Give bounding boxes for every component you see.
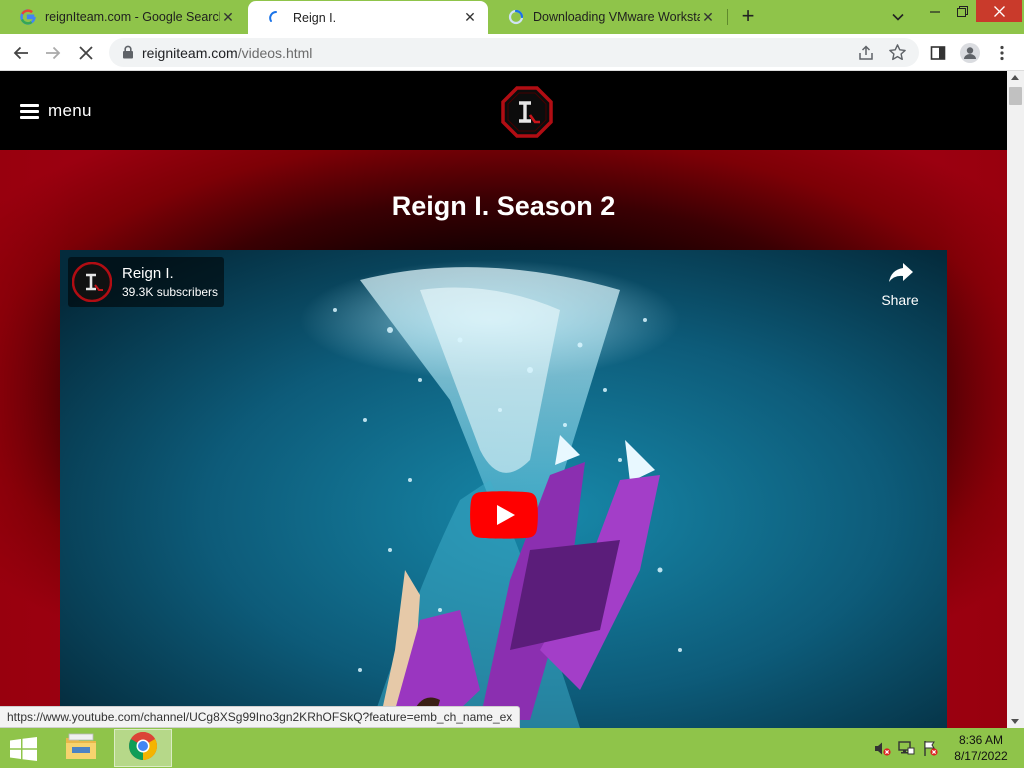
url-host: reigniteam.com xyxy=(142,45,238,61)
action-center-flag-icon[interactable] xyxy=(922,740,939,757)
close-tab-icon[interactable]: ✕ xyxy=(700,9,716,25)
minimize-window-icon[interactable] xyxy=(920,0,950,22)
kebab-menu-icon[interactable] xyxy=(989,40,1015,66)
menu-label[interactable]: menu xyxy=(48,101,92,121)
tab-title: Reign I. xyxy=(293,10,337,25)
video-thumbnail xyxy=(60,250,947,728)
back-arrow-icon[interactable] xyxy=(8,40,34,66)
tab-google-search[interactable]: reignIteam.com - Google Search ✕ xyxy=(0,0,246,34)
scroll-up-arrow-icon[interactable] xyxy=(1011,75,1019,80)
profile-avatar-icon[interactable] xyxy=(957,40,983,66)
close-tab-icon[interactable]: ✕ xyxy=(220,9,236,25)
page-title: Reign I. Season 2 xyxy=(391,191,616,221)
forward-arrow-icon[interactable] xyxy=(40,40,66,66)
share-arrow-icon xyxy=(888,262,914,284)
page-scrollbar[interactable] xyxy=(1007,71,1024,728)
desktop-screen: reignIteam.com - Google Search ✕ Reign I… xyxy=(0,0,1024,768)
youtube-video-embed[interactable]: Reign I. 39.3K subscribers Share xyxy=(60,250,947,728)
channel-avatar[interactable] xyxy=(71,261,113,303)
share-page-icon[interactable] xyxy=(857,44,875,62)
tab-title: Downloading VMware Workstatio xyxy=(533,10,700,24)
tab-separator xyxy=(727,9,728,25)
bookmark-star-icon[interactable] xyxy=(888,43,907,62)
tab-reign-i[interactable]: Reign I. ✕ xyxy=(248,1,488,34)
channel-info[interactable]: Reign I. 39.3K subscribers xyxy=(68,257,224,307)
tab-vmware-download[interactable]: Downloading VMware Workstatio ✕ xyxy=(488,0,726,34)
restore-window-icon[interactable] xyxy=(948,0,976,22)
scroll-down-arrow-icon[interactable] xyxy=(1011,719,1019,724)
reign-i-logo[interactable] xyxy=(500,85,554,139)
taskbar: 8:36 AM 8/17/2022 xyxy=(0,728,1024,768)
close-tab-icon[interactable]: ✕ xyxy=(462,9,478,26)
link-status-bubble: https://www.youtube.com/channel/UCg8XSg9… xyxy=(0,706,521,728)
loading-spinner-icon xyxy=(268,10,284,26)
url-path: /videos.html xyxy=(237,45,313,61)
clock-time: 8:36 AM xyxy=(958,733,1004,747)
share-label: Share xyxy=(881,292,919,308)
channel-name[interactable]: Reign I. xyxy=(122,265,174,282)
site-header: menu xyxy=(0,71,1007,150)
page-viewport: menu Reign I. Season 2 Reign I. 39.3K su… xyxy=(0,71,1007,728)
taskbar-file-explorer[interactable] xyxy=(52,729,110,767)
taskbar-chrome[interactable] xyxy=(114,729,172,767)
stop-loading-icon[interactable] xyxy=(73,40,99,66)
clock-date: 8/17/2022 xyxy=(954,749,1008,763)
video-share-button[interactable]: Share xyxy=(872,262,928,312)
speaker-muted-icon[interactable] xyxy=(874,740,891,757)
file-explorer-icon xyxy=(65,732,97,765)
url-text[interactable]: reigniteam.com/videos.html xyxy=(142,45,312,61)
chrome-icon xyxy=(128,731,158,766)
hamburger-menu-icon[interactable] xyxy=(20,104,39,119)
close-window-icon[interactable] xyxy=(976,0,1022,22)
address-bar[interactable]: reigniteam.com/videos.html xyxy=(109,38,919,67)
channel-subscriber-count: 39.3K subscribers xyxy=(122,285,219,299)
taskbar-clock[interactable]: 8:36 AM 8/17/2022 xyxy=(944,732,1018,764)
google-g-icon xyxy=(20,9,36,25)
scroll-thumb[interactable] xyxy=(1009,87,1022,105)
lock-icon[interactable] xyxy=(121,45,135,59)
windows-start-icon[interactable] xyxy=(9,737,39,761)
network-icon[interactable] xyxy=(898,740,915,757)
tab-search-chevron-icon[interactable] xyxy=(889,8,907,26)
tab-strip: reignIteam.com - Google Search ✕ Reign I… xyxy=(0,0,1024,34)
browser-toolbar: reigniteam.com/videos.html xyxy=(0,34,1024,71)
loading-spinner-icon xyxy=(508,9,524,25)
new-tab-button[interactable]: + xyxy=(737,5,759,27)
tab-title: reignIteam.com - Google Search xyxy=(45,10,220,24)
youtube-play-button[interactable] xyxy=(470,491,538,539)
side-panel-icon[interactable] xyxy=(925,40,951,66)
